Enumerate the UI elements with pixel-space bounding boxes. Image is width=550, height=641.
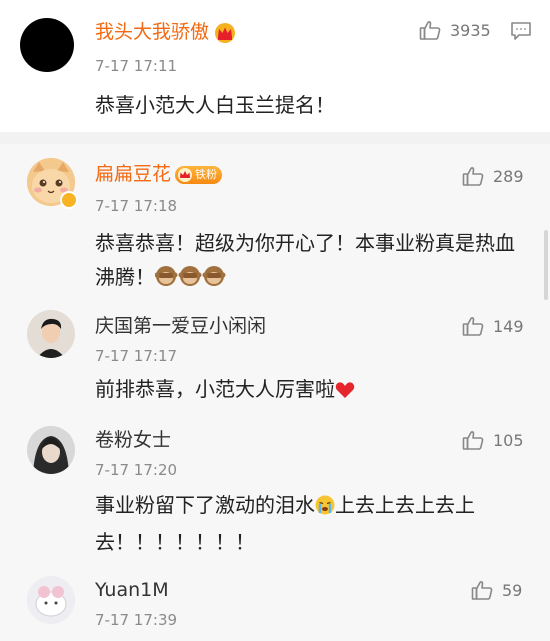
timestamp: 7-17 17:17 xyxy=(95,347,178,365)
cartoon-avatar-icon xyxy=(27,576,75,624)
reply-text: 事业粉留下了激动的泪水 上去上去上去上 去！！！！！！！ xyxy=(95,488,525,559)
reply-text-body: 事业粉留下了激动的泪水 xyxy=(95,493,315,517)
like-count: 289 xyxy=(493,166,524,186)
like-button[interactable]: 105 xyxy=(461,428,524,452)
username[interactable]: 扁扁豆花 铁粉 xyxy=(95,162,223,186)
badge-label: 铁粉 xyxy=(195,167,218,181)
reply-item: 扁扁豆花 铁粉 7-17 17:18 恭喜恭喜！超级为你开心了！本事业粉真是热血… xyxy=(0,144,550,300)
username[interactable]: 我头大我骄傲 xyxy=(95,20,237,44)
timestamp: 7-17 17:18 xyxy=(95,197,178,215)
avatar[interactable] xyxy=(20,18,74,72)
comment-icon[interactable] xyxy=(510,21,532,41)
reply-item: Yuan1M 7-17 17:39 59 xyxy=(0,568,550,641)
reply-text: 前排恭喜，小范大人厉害啦 xyxy=(95,372,355,409)
thumbs-up-icon xyxy=(419,21,441,40)
verified-badge-icon xyxy=(60,191,78,209)
comment-text: 恭喜小范大人白玉兰提名！ xyxy=(95,93,335,117)
crying-emoji xyxy=(315,491,335,525)
scrollbar[interactable] xyxy=(544,230,548,300)
username[interactable]: 庆国第一爱豆小闲闲 xyxy=(95,314,266,338)
avatar[interactable] xyxy=(27,426,75,474)
reply-text: 恭喜恭喜！超级为你开心了！本事业粉真是热血沸腾！ xyxy=(95,226,515,297)
avatar[interactable] xyxy=(27,310,75,358)
username-text[interactable]: 我头大我骄傲 xyxy=(95,21,209,43)
heart-emoji xyxy=(335,375,355,409)
reply-text-body: 前排恭喜，小范大人厉害啦 xyxy=(95,377,335,401)
replies-section: 扁扁豆花 铁粉 7-17 17:18 恭喜恭喜！超级为你开心了！本事业粉真是热血… xyxy=(0,144,550,641)
divider xyxy=(0,132,550,144)
like-count: 105 xyxy=(493,430,524,450)
username-text[interactable]: 扁扁豆花 xyxy=(95,163,171,185)
reply-item: 庆国第一爱豆小闲闲 7-17 17:17 前排恭喜，小范大人厉害啦 149 xyxy=(0,304,550,414)
timestamp: 7-17 17:39 xyxy=(95,611,178,629)
like-button[interactable]: 3935 xyxy=(418,18,491,42)
thumbs-up-icon xyxy=(462,167,484,186)
person-avatar-icon xyxy=(27,426,75,474)
reply-text-line2: 去！！！！！！！ xyxy=(95,530,255,554)
thumbs-up-icon xyxy=(462,431,484,450)
username[interactable]: 卷粉女士 xyxy=(95,428,171,452)
avatar[interactable] xyxy=(27,576,75,624)
like-count: 3935 xyxy=(450,20,491,40)
like-button[interactable]: 289 xyxy=(461,164,524,188)
username[interactable]: Yuan1M xyxy=(95,578,169,602)
like-button[interactable]: 149 xyxy=(461,314,524,338)
main-comment: 我头大我骄傲 7-17 17:11 恭喜小范大人白玉兰提名！ 3935 xyxy=(0,0,550,132)
reply-text-continued: 上去上去上去上 xyxy=(335,493,475,517)
like-button[interactable]: 59 xyxy=(470,578,522,602)
person-avatar-icon xyxy=(27,310,75,358)
timestamp: 7-17 17:11 xyxy=(95,57,178,75)
monkey-emoji xyxy=(154,263,227,297)
crown-badge-icon xyxy=(215,22,236,43)
fan-badge: 铁粉 xyxy=(175,165,223,184)
like-count: 59 xyxy=(502,580,523,600)
thumbs-up-icon xyxy=(462,317,484,336)
crown-badge-icon xyxy=(178,167,193,182)
timestamp: 7-17 17:20 xyxy=(95,461,178,479)
thumbs-up-icon xyxy=(471,581,493,600)
reply-item: 卷粉女士 7-17 17:20 事业粉留下了激动的泪水 上去上去上去上 去！！！… xyxy=(0,418,550,558)
like-count: 149 xyxy=(493,316,524,336)
